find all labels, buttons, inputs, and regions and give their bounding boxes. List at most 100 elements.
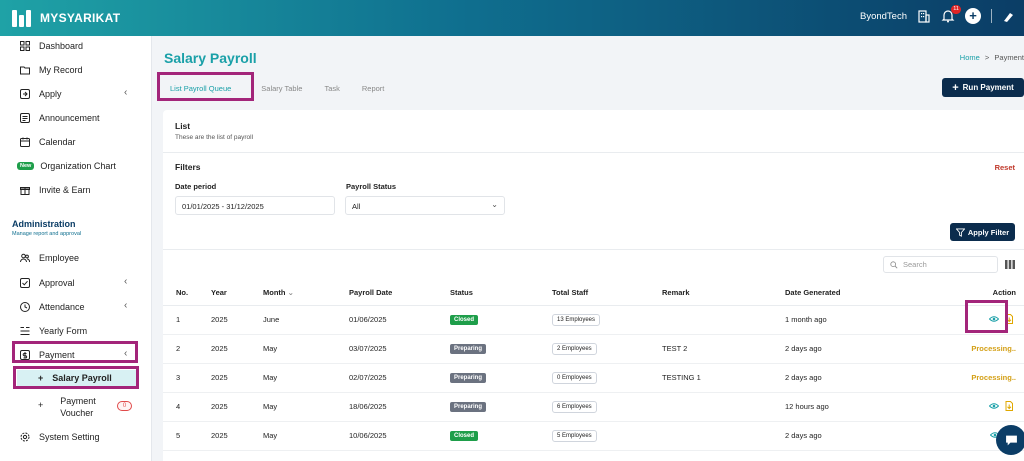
- cell-payroll-date: 03/07/2025: [349, 334, 450, 364]
- sidebar-item-label: My Record: [39, 65, 83, 75]
- user-menu-icon[interactable]: [1002, 9, 1016, 23]
- form-icon: [20, 327, 30, 335]
- sidebar-item-approval[interactable]: Approval: [20, 276, 75, 290]
- bell-icon[interactable]: 11: [941, 5, 961, 23]
- administration-section: Administration Manage report and approva…: [12, 219, 81, 237]
- gift-icon: [20, 187, 30, 195]
- sidebar-item-label: Yearly Form: [39, 326, 88, 336]
- company-name[interactable]: ByondTech: [860, 11, 907, 22]
- add-circle-icon[interactable]: +: [965, 8, 981, 24]
- users-icon: [20, 253, 30, 263]
- sidebar-item-employee[interactable]: Employee: [20, 251, 79, 265]
- cell-total-staff: 6 Employees: [552, 392, 662, 422]
- sidebar-item-organization-chart[interactable]: New Organization Chart: [17, 159, 116, 173]
- apply-filter-button[interactable]: Apply Filter: [950, 223, 1015, 241]
- sidebar-item-label: Employee: [39, 253, 80, 263]
- staff-chip: 5 Employees: [552, 429, 597, 442]
- search-input[interactable]: Search: [883, 256, 998, 273]
- sidebar-item-dashboard[interactable]: Dashboard: [20, 39, 83, 53]
- app-logo[interactable]: MYSYARIKAT: [12, 9, 120, 27]
- columns-icon[interactable]: [1005, 260, 1015, 269]
- cell-year: 2025: [211, 392, 263, 422]
- staff-chip: 13 Employees: [552, 313, 601, 326]
- sidebar-item-label: Calendar: [39, 137, 76, 147]
- sidebar-item-label: Apply: [39, 89, 62, 99]
- list-title: List: [175, 121, 191, 131]
- status-badge: Preparing: [450, 402, 487, 412]
- col-status: Status: [450, 281, 552, 306]
- sidebar-item-yearly-form[interactable]: Yearly Form: [20, 324, 87, 338]
- cell-month: June: [263, 305, 349, 335]
- staff-chip: 0 Employees: [552, 371, 597, 384]
- table-row: 4 2025 May 18/06/2025 Preparing 6 Employ…: [163, 392, 1024, 422]
- sidebar-item-label: Attendance: [39, 302, 85, 312]
- cell-total-staff: 2 Employees: [552, 334, 662, 364]
- breadcrumb-home[interactable]: Home: [960, 53, 980, 62]
- col-no: No.: [163, 281, 211, 306]
- list-subtitle: These are the list of payroll: [175, 134, 254, 141]
- eye-icon[interactable]: [989, 401, 999, 411]
- payroll-status-label: Payroll Status: [346, 182, 397, 191]
- tab-report[interactable]: Report: [362, 84, 385, 93]
- sidebar-item-calendar[interactable]: Calendar: [20, 135, 76, 149]
- cell-payroll-date: 02/07/2025: [349, 363, 450, 393]
- cell-action: [935, 392, 1024, 422]
- cell-no: 4: [163, 392, 211, 422]
- sidebar-item-announcement[interactable]: Announcement: [20, 111, 100, 125]
- sidebar-item-system-setting[interactable]: System Setting: [20, 430, 100, 444]
- new-badge: New: [17, 162, 35, 170]
- grid-icon: [20, 41, 30, 51]
- table-row: 1 2025 June 01/06/2025 Closed 13 Employe…: [163, 305, 1024, 335]
- chevron-left-icon[interactable]: ‹: [124, 87, 127, 98]
- logo-icon: [12, 9, 34, 27]
- section-subtitle: Manage report and approval: [12, 231, 82, 237]
- divider: [163, 249, 1024, 250]
- col-year: Year: [211, 281, 263, 306]
- sidebar: Dashboard My Record Apply ‹ Announcement…: [0, 36, 152, 461]
- breadcrumb-separator: >: [984, 53, 990, 62]
- tab-task[interactable]: Task: [324, 84, 339, 93]
- cell-action: Processing..: [935, 334, 1024, 364]
- app-name: MYSYARIKAT: [40, 11, 121, 25]
- col-month[interactable]: Month ⌄: [263, 281, 349, 306]
- count-badge: 0: [117, 401, 132, 411]
- cell-remark: [662, 305, 785, 335]
- chevron-left-icon[interactable]: ‹: [124, 300, 127, 311]
- status-badge: Preparing: [450, 344, 487, 354]
- cell-date-generated: 2 days ago: [785, 421, 935, 451]
- cell-payroll-date: 10/06/2025: [349, 421, 450, 451]
- cell-year: 2025: [211, 334, 263, 364]
- cell-total-staff: 13 Employees: [552, 305, 662, 335]
- cell-no: 1: [163, 305, 211, 335]
- cell-status: Preparing: [450, 334, 552, 364]
- sidebar-subitem-payment-voucher[interactable]: + Payment Voucher: [38, 395, 96, 419]
- check-square-icon: [20, 278, 30, 288]
- chevron-left-icon[interactable]: ‹: [124, 276, 127, 287]
- date-period-input[interactable]: 01/01/2025 - 31/12/2025: [175, 196, 335, 215]
- cell-no: 2: [163, 334, 211, 364]
- status-badge: Closed: [450, 315, 479, 325]
- cell-status: Preparing: [450, 363, 552, 393]
- sidebar-item-attendance[interactable]: Attendance: [20, 300, 85, 314]
- run-payment-button[interactable]: + Run Payment: [942, 78, 1024, 97]
- breadcrumb: Home > Payment: [960, 53, 1024, 62]
- col-month-label: Month: [263, 288, 286, 298]
- search-placeholder: Search: [903, 260, 927, 269]
- reset-button[interactable]: Reset: [995, 163, 1015, 172]
- sidebar-item-apply[interactable]: Apply: [20, 87, 62, 101]
- tab-salary-table[interactable]: Salary Table: [261, 84, 302, 93]
- sidebar-item-invite-earn[interactable]: Invite & Earn: [20, 183, 91, 197]
- document-icon[interactable]: [1004, 400, 1014, 411]
- chat-button[interactable]: [996, 425, 1024, 455]
- cell-no: 5: [163, 421, 211, 451]
- sidebar-item-my-record[interactable]: My Record: [20, 63, 83, 77]
- col-total-staff: Total Staff: [552, 281, 662, 306]
- gear-icon: [20, 432, 30, 442]
- button-label: Apply Filter: [967, 227, 1010, 237]
- cell-remark: TESTING 1: [662, 363, 785, 393]
- folder-icon: [20, 66, 30, 75]
- cell-date-generated: 1 month ago: [785, 305, 935, 335]
- building-icon[interactable]: [917, 9, 931, 23]
- payroll-status-select[interactable]: All ⌄: [345, 196, 505, 215]
- filters-title: Filters: [175, 162, 201, 172]
